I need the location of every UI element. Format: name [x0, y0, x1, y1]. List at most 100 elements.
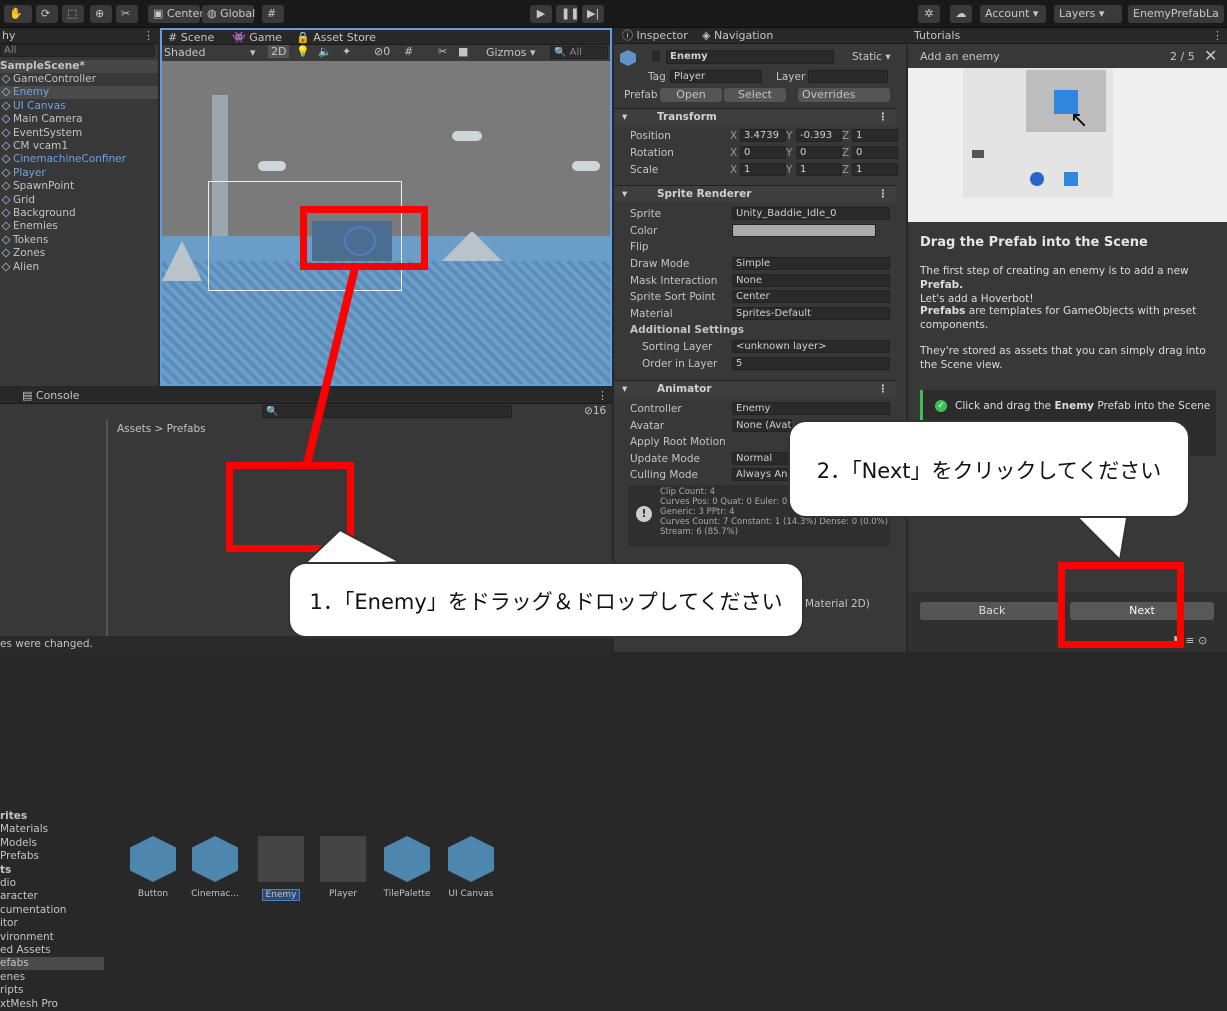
- hierarchy-item[interactable]: Player: [0, 167, 158, 180]
- hierarchy-tab[interactable]: hy: [0, 29, 15, 42]
- gizmos-dropdown[interactable]: Gizmos ▾: [486, 46, 536, 59]
- project-search[interactable]: 🔍: [262, 405, 512, 418]
- asset-item[interactable]: Player: [318, 836, 368, 906]
- project-tree-item[interactable]: dio: [0, 877, 104, 890]
- hierarchy-item[interactable]: Alien: [0, 261, 158, 274]
- sprite-sort-point-field[interactable]: Center: [732, 290, 890, 303]
- layers-dropdown[interactable]: Layers ▾: [1054, 5, 1122, 23]
- audio-icon[interactable]: 🔈: [318, 45, 332, 58]
- pivot-global-button[interactable]: ◍ Global: [202, 5, 255, 23]
- asset-item[interactable]: Enemy: [256, 836, 306, 906]
- menu-icon[interactable]: ⋮: [1212, 28, 1223, 44]
- project-tree-item[interactable]: Prefabs: [0, 850, 104, 863]
- tab-console[interactable]: ▤ Console: [22, 388, 80, 404]
- rotate-tool-icon[interactable]: ⟳: [36, 5, 58, 23]
- hierarchy-item[interactable]: Enemy: [0, 86, 158, 100]
- additional-settings[interactable]: Additional Settings: [630, 324, 744, 336]
- tag-dropdown[interactable]: Player: [670, 70, 762, 83]
- tab-scene[interactable]: # Scene: [168, 30, 214, 46]
- position-y[interactable]: -0.393: [796, 129, 842, 142]
- tab-asset-store[interactable]: 🔒 Asset Store: [296, 30, 376, 46]
- project-tree-item[interactable]: aracter: [0, 890, 104, 903]
- order-in-layer-field[interactable]: 5: [732, 357, 890, 370]
- project-tree-item[interactable]: Materials: [0, 823, 104, 836]
- hierarchy-item[interactable]: Enemies: [0, 220, 158, 233]
- prefab-open-button[interactable]: Open: [660, 88, 722, 102]
- asset-item[interactable]: TilePalette: [382, 836, 432, 906]
- tab-inspector[interactable]: ⓘ Inspector: [622, 28, 688, 44]
- hand-tool-icon[interactable]: ✋: [4, 5, 32, 23]
- tab-navigation[interactable]: ◈ Navigation: [702, 28, 773, 44]
- hierarchy-item[interactable]: Grid: [0, 194, 158, 207]
- back-button[interactable]: Back: [920, 602, 1064, 620]
- component-menu-icon[interactable]: ⋮: [878, 381, 889, 397]
- asset-item[interactable]: Button: [128, 836, 178, 906]
- project-tree-item[interactable]: rites: [0, 810, 104, 823]
- project-tree-item[interactable]: enes: [0, 971, 104, 984]
- animator-section[interactable]: ▾ Animator ⋮: [614, 380, 896, 397]
- project-tree-item[interactable]: ripts: [0, 984, 104, 997]
- avatar-field[interactable]: None (Avat: [732, 419, 792, 432]
- grid-icon[interactable]: #: [404, 45, 413, 58]
- hierarchy-item[interactable]: GameController: [0, 73, 158, 86]
- project-tree-item[interactable]: ed Assets: [0, 944, 104, 957]
- pivot-center-button[interactable]: ▣ Center: [148, 5, 204, 23]
- effects-icon[interactable]: ✦: [342, 45, 351, 58]
- prefab-select-button[interactable]: Select: [724, 88, 786, 102]
- mask-interaction-field[interactable]: None: [732, 274, 890, 287]
- tab-tutorials[interactable]: Tutorials: [908, 29, 960, 42]
- play-icon[interactable]: ▶: [530, 5, 552, 23]
- hierarchy-item[interactable]: Zones: [0, 247, 158, 260]
- position-x[interactable]: 3.4739: [740, 129, 786, 142]
- sprite-field[interactable]: Unity_Baddie_Idle_0: [732, 207, 890, 220]
- hierarchy-item[interactable]: SpawnPoint: [0, 180, 158, 193]
- rotation-x[interactable]: 0: [740, 146, 786, 159]
- hierarchy-item[interactable]: CinemachineConfiner: [0, 153, 158, 166]
- mode-2d-toggle[interactable]: 2D: [268, 45, 290, 58]
- scale-y[interactable]: 1: [796, 163, 842, 176]
- hierarchy-item[interactable]: EventSystem: [0, 127, 158, 140]
- scale-z[interactable]: 1: [852, 163, 898, 176]
- transform-section[interactable]: ▾ Transform ⋮: [614, 108, 896, 125]
- shading-dropdown[interactable]: Shaded: [164, 46, 205, 59]
- layout-dropdown[interactable]: EnemyPrefabLa: [1128, 5, 1224, 23]
- step-icon[interactable]: ▶|: [582, 5, 604, 23]
- pause-icon[interactable]: ❚❚: [556, 5, 579, 23]
- overrides-dropdown[interactable]: Overrides: [798, 88, 890, 102]
- breadcrumb[interactable]: Assets > Prefabs: [117, 423, 206, 435]
- hierarchy-item[interactable]: Tokens: [0, 234, 158, 247]
- transform-tool-icon[interactable]: ⊕: [90, 5, 112, 23]
- static-toggle[interactable]: Static ▾: [852, 51, 891, 63]
- project-tree-item[interactable]: Models: [0, 837, 104, 850]
- material-field[interactable]: Sprites-Default: [732, 307, 890, 320]
- hierarchy-item[interactable]: Background: [0, 207, 158, 220]
- sprite-renderer-section[interactable]: ▾ Sprite Renderer ⋮: [614, 185, 896, 202]
- sorting-layer-field[interactable]: <unknown layer>: [732, 340, 890, 353]
- account-dropdown[interactable]: Account ▾: [980, 5, 1046, 23]
- tab-game[interactable]: 👾 Game: [232, 30, 282, 46]
- project-tree-item[interactable]: vironment: [0, 931, 104, 944]
- project-tree-item[interactable]: ts: [0, 864, 104, 877]
- lock-icon-2[interactable]: ⋮: [597, 388, 608, 404]
- update-mode-field[interactable]: Normal: [732, 452, 792, 465]
- scene-search[interactable]: 🔍 All: [550, 46, 608, 59]
- project-tree-item[interactable]: cumentation: [0, 904, 104, 917]
- culling-mode-field[interactable]: Always An: [732, 468, 792, 481]
- controller-field[interactable]: Enemy: [732, 402, 890, 415]
- custom-tool-icon[interactable]: ✂: [116, 5, 138, 23]
- component-menu-icon[interactable]: ⋮: [878, 186, 889, 202]
- rotation-z[interactable]: 0: [852, 146, 898, 159]
- tools-icon[interactable]: ✂: [438, 45, 447, 58]
- position-z[interactable]: 1: [852, 129, 898, 142]
- collab-icon[interactable]: ✲: [918, 5, 940, 23]
- camera-icon[interactable]: ■: [458, 45, 468, 58]
- scrollbar[interactable]: [106, 420, 108, 640]
- active-checkbox[interactable]: [652, 51, 660, 61]
- object-name-field[interactable]: Enemy: [666, 50, 834, 64]
- hierarchy-item[interactable]: UI Canvas: [0, 100, 158, 113]
- hidden-icon[interactable]: ⊘0: [374, 45, 390, 58]
- rect-tool-icon[interactable]: ⬚: [62, 5, 84, 23]
- hierarchy-search[interactable]: All: [0, 44, 155, 57]
- component-menu-icon[interactable]: ⋮: [878, 109, 889, 125]
- asset-item[interactable]: UI Canvas: [446, 836, 496, 906]
